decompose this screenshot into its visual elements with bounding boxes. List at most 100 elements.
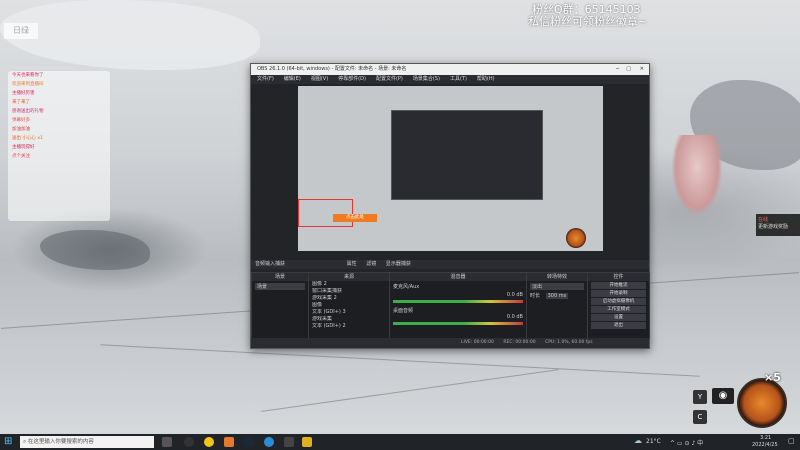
preview-orange-button[interactable]: 点击此处 [333, 214, 377, 222]
mixer-track-meter [393, 300, 523, 303]
obs-menu-item[interactable]: 帮助(H) [477, 76, 495, 82]
scenes-header: 场景 [252, 273, 308, 281]
nested-obs-preview [391, 110, 543, 200]
weather-temp[interactable]: 21°C [646, 438, 661, 445]
obs-title-bar[interactable]: OBS 26.1.0 (64-bit, windows) - 配置文件: 未命名… [251, 64, 649, 75]
multiplier-text: ×5 [764, 371, 781, 384]
chat-message: 点个关注 [12, 154, 30, 159]
key-y-hint: Y [693, 390, 707, 404]
obs-source-toolbar: 音频输入捕获 属性 滤镜 显示器捕获 [251, 260, 649, 269]
transitions-dock: 转场特效 淡出 时长 300 ms [526, 272, 588, 339]
chat-message: 主播好厉害 [12, 91, 35, 96]
steam-icon[interactable] [244, 437, 254, 447]
control-button[interactable]: 开始录制 [591, 290, 646, 297]
taskbar-date[interactable]: 2022/4/25 [752, 442, 778, 448]
obs-preview-canvas[interactable]: 点击此处 [298, 86, 603, 251]
chat-message: 送出 小心心 x1 [12, 136, 43, 141]
source-item[interactable]: 图像 2 [312, 281, 386, 288]
app-icon[interactable] [302, 437, 312, 447]
obs-title-text: OBS 26.1.0 (64-bit, windows) - 配置文件: 未命名… [257, 66, 407, 72]
source-item[interactable]: 文本 (GDI+) 2 [312, 323, 386, 330]
chat-message: 加油加油 [12, 127, 30, 132]
creature-figure [672, 135, 722, 215]
chat-message: 今天也来看你了 [12, 73, 44, 78]
obs-window[interactable]: OBS 26.1.0 (64-bit, windows) - 配置文件: 未命名… [250, 63, 650, 349]
scene-item[interactable]: 场景 [255, 283, 305, 290]
duration-label: 时长 [530, 293, 541, 299]
danmaku-chat-panel: 今天也来看你了 欢迎来到直播间 主播好厉害来了来了感谢送出的礼物 弹幕好多加油加油送出… [8, 71, 110, 221]
obs-menu-item[interactable]: 工具(T) [450, 76, 467, 82]
maximize-button[interactable]: □ [626, 64, 631, 75]
control-button[interactable]: 退出 [591, 322, 646, 329]
source-item[interactable]: 文本 (GDI+) 3 [312, 309, 386, 316]
key-c-hint: C [693, 410, 707, 424]
obs-menu-bar: 文件(F) 编辑(E) 视图(V) 停靠部件(D) 配置文件(P) 场景集合(S) 工具(T… [251, 75, 649, 84]
mixer-track-name: 麦克风/Aux [393, 284, 420, 290]
control-button[interactable]: 设置 [591, 314, 646, 321]
chat-message: 欢迎来到直播间 [12, 82, 44, 87]
transitions-header: 转场特效 [527, 273, 587, 281]
chat-message: 感谢送出的礼物 [12, 109, 44, 114]
app-icon[interactable] [284, 437, 294, 447]
sources-dock: 来源 图像 2 窗口采集捕获 游戏采集 2 图像 文本 (GDI+) 3 游戏采集 文本 (… [308, 272, 390, 339]
minimize-button[interactable]: ─ [616, 64, 619, 75]
mixer-header: 混音器 [390, 273, 526, 281]
obs-menu-item[interactable]: 视图(V) [311, 76, 328, 82]
source-item[interactable]: 图像 [312, 302, 386, 309]
task-view-icon[interactable] [162, 437, 172, 447]
source-item[interactable]: 游戏采集 2 [312, 295, 386, 302]
chat-message: 来了来了 [12, 100, 30, 105]
controls-header: 控件 [588, 273, 649, 281]
duration-input[interactable]: 300 ms [545, 293, 569, 299]
app-icon[interactable] [224, 437, 234, 447]
transition-type-select[interactable]: 淡出 [530, 283, 584, 290]
mixer-track-db: 0.0 dB [506, 292, 523, 298]
obs-menu-item[interactable]: 停靠部件(D) [338, 76, 366, 82]
cpu-status: CPU: 1.0%, 60.00 fps [545, 340, 593, 345]
preview-selection-box[interactable] [298, 199, 353, 227]
close-button[interactable]: ✕ [640, 64, 644, 75]
obs-menu-item[interactable]: 文件(F) [257, 76, 274, 82]
filters-button[interactable]: 滤镜 [366, 261, 376, 267]
search-icon: ⌕ [23, 439, 27, 445]
properties-button[interactable]: 属性 [347, 261, 357, 267]
windows-taskbar: ⊞ ⌕ 在这里输入你要搜索的内容 ☁ 21°C ^ ▭ ⊙ ♪ 中 3:21 2… [0, 434, 800, 450]
sources-header: 来源 [309, 273, 389, 281]
obs-menu-item[interactable]: 场景集合(S) [413, 76, 440, 82]
preview-emblem-icon [566, 228, 586, 248]
mixer-dock: 混音器 麦克风/Aux 0.0 dB 桌面音频 0.0 dB [389, 272, 527, 339]
start-button[interactable]: ⊞ [4, 437, 14, 447]
chat-message: 主播玩得好 [12, 145, 35, 150]
app-icon[interactable] [264, 437, 274, 447]
controls-list: 开始推流 开始录制 启动虚拟摄像机 工作室模式 设置 退出 [588, 282, 649, 329]
tray-icons[interactable]: ^ ▭ ⊙ ♪ 中 [670, 438, 703, 447]
obs-menu-item[interactable]: 编辑(E) [284, 76, 301, 82]
notification-icon[interactable]: ▢ [788, 437, 795, 445]
mixer-track-db: 0.0 dB [506, 314, 523, 320]
app-icon[interactable] [204, 437, 214, 447]
source-item[interactable]: 游戏采集 [312, 316, 386, 323]
eye-icon: ◉ [712, 388, 734, 404]
rec-status: REC: 00:00:00 [503, 340, 536, 345]
live-status: LIVE: 00:00:00 [461, 340, 494, 345]
obs-app-icon[interactable] [184, 437, 194, 447]
search-placeholder: 在这里输入你要搜索的内容 [27, 439, 94, 445]
right-info-panel: 在线 更新游戏奖励 [756, 214, 800, 236]
obs-menu-item[interactable]: 配置文件(P) [376, 76, 403, 82]
obs-status-bar: LIVE: 00:00:00 REC: 00:00:00 CPU: 1.0%, … [251, 338, 649, 348]
control-button[interactable]: 启动虚拟摄像机 [591, 298, 646, 305]
top-left-badge: 日绿 [4, 23, 38, 39]
control-button[interactable]: 工作室模式 [591, 306, 646, 313]
audio-input-label: 音频输入捕获 [255, 261, 286, 267]
control-button[interactable]: 开始推流 [591, 282, 646, 289]
scenes-dock: 场景 场景 [251, 272, 309, 339]
taskbar-time[interactable]: 3:21 [760, 435, 771, 441]
follow-tip-text: 私信粉丝可领粉丝徽章~ [528, 15, 648, 28]
transition-duration-label: 时长 300 ms [530, 292, 584, 299]
source-item[interactable]: 窗口采集捕获 [312, 288, 386, 295]
chat-message: 弹幕好多 [12, 118, 30, 123]
sources-list: 图像 2 窗口采集捕获 游戏采集 2 图像 文本 (GDI+) 3 游戏采集 文本 (GDI… [309, 281, 389, 330]
taskbar-search-box[interactable]: ⌕ 在这里输入你要搜索的内容 [20, 436, 154, 448]
display-capture-button[interactable]: 显示器捕获 [386, 261, 411, 267]
weather-icon[interactable]: ☁ [634, 436, 642, 445]
